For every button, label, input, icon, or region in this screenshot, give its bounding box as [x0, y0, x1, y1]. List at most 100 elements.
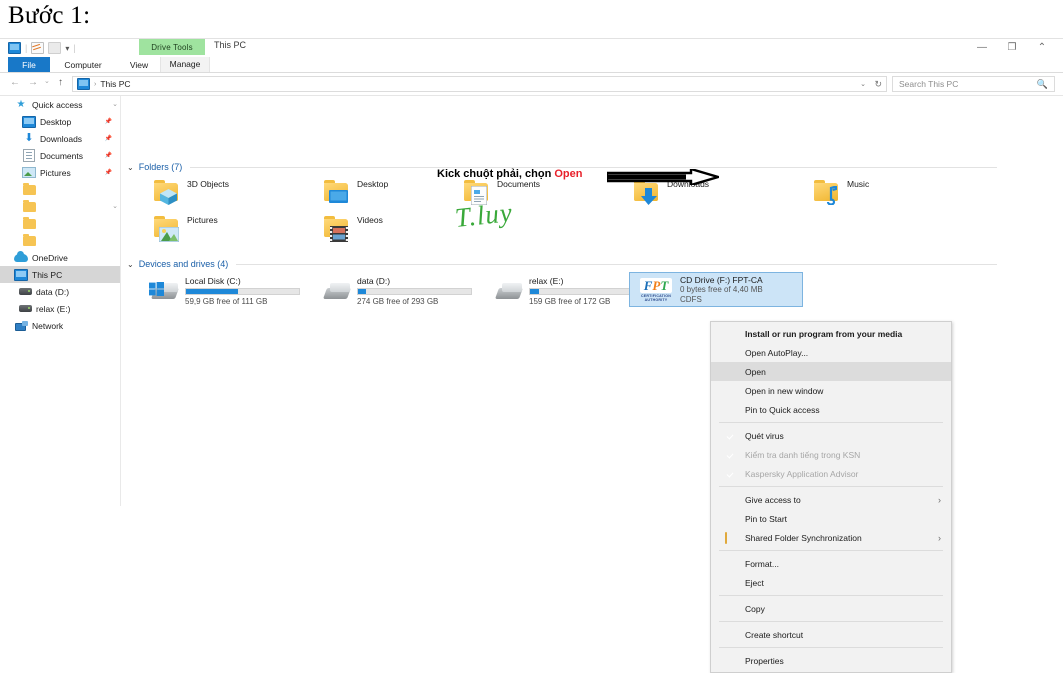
sidebar-item-folder-7[interactable]	[0, 215, 120, 232]
pin-icon[interactable]: 📌	[105, 135, 112, 142]
maximize-button[interactable]: ❐	[997, 39, 1027, 56]
up-button[interactable]: ↑	[58, 77, 63, 88]
chevron-down-icon[interactable]: ⌄	[127, 260, 134, 269]
close-button[interactable]: ⌃	[1027, 39, 1057, 56]
pc-icon[interactable]	[8, 42, 21, 54]
menu-item-open-autoplay[interactable]: Open AutoPlay...	[711, 343, 951, 362]
drive-tile-cd-drive-f[interactable]: FPT CERTIFICATION AUTHORITY CD Drive (F:…	[629, 272, 803, 307]
menu-item-give-access-to[interactable]: Give access to ›	[711, 490, 951, 509]
menu-item-label: Shared Folder Synchronization	[745, 532, 862, 543]
drive-tile-data-d[interactable]: data (D:) 274 GB free of 293 GB	[321, 276, 481, 310]
sidebar-item-network[interactable]: Network	[0, 317, 120, 334]
sidebar-item-this-pc[interactable]: This PC	[0, 266, 120, 283]
tab-view[interactable]: View	[120, 57, 158, 72]
search-placeholder: Search This PC	[899, 79, 959, 89]
sidebar-item-downloads[interactable]: ⬇ Downloads 📌	[0, 130, 120, 147]
folder-pictures-icon	[151, 214, 181, 242]
tab-computer[interactable]: Computer	[54, 57, 112, 72]
folder-name: 3D Objects	[187, 179, 230, 189]
forward-button[interactable]: →	[28, 77, 38, 88]
menu-item-label: Kiểm tra danh tiếng trong KSN	[745, 449, 861, 460]
menu-item-qu-t-virus[interactable]: Quét virus	[711, 426, 951, 445]
menu-item-create-shortcut[interactable]: Create shortcut	[711, 625, 951, 644]
contextual-tab-drive-tools[interactable]: Drive Tools	[139, 39, 205, 55]
chevron-down-icon[interactable]: ⌄	[860, 80, 866, 88]
sidebar-item-folder-6[interactable]: ⌄	[0, 198, 120, 215]
context-menu[interactable]: Install or run program from your media Op…	[710, 321, 952, 673]
fpt-logo-subtext: CERTIFICATION AUTHORITY	[640, 294, 672, 303]
menu-item-open-in-new-window[interactable]: Open in new window	[711, 381, 951, 400]
refresh-icon[interactable]: ↻	[874, 79, 882, 90]
search-input[interactable]: Search This PC 🔍	[892, 76, 1055, 92]
folder-tile-3d-objects[interactable]: 3D Objects	[151, 178, 229, 206]
chevron-down-icon[interactable]: ⌄	[112, 100, 118, 108]
divider	[190, 166, 997, 168]
sidebar-item-data-d[interactable]: data (D:)	[0, 283, 120, 300]
sidebar-item-relax-e[interactable]: relax (E:)	[0, 300, 120, 317]
pin-icon[interactable]: 📌	[105, 118, 112, 125]
chevron-down-icon[interactable]: ⌄	[127, 163, 134, 172]
menu-item-format[interactable]: Format...	[711, 554, 951, 573]
drive-icon	[321, 282, 352, 302]
sidebar-item-folder-5[interactable]	[0, 181, 120, 198]
minimize-button[interactable]: —	[967, 39, 997, 56]
folder-tile-pictures[interactable]: Pictures	[151, 214, 218, 242]
folder-icon	[22, 199, 36, 212]
breadcrumb-item-this-pc[interactable]: This PC	[100, 79, 130, 89]
menu-separator	[719, 486, 943, 487]
capacity-bar	[529, 288, 644, 295]
back-button[interactable]: ←	[10, 77, 20, 88]
drive-free-space: 59,9 GB free of 111 GB	[185, 297, 268, 306]
search-icon[interactable]: 🔍	[1037, 79, 1048, 90]
chevron-right-icon: ›	[938, 494, 941, 505]
folder-desktop-icon	[321, 178, 351, 206]
pc-icon	[14, 268, 28, 281]
menu-item-pin-to-quick-access[interactable]: Pin to Quick access	[711, 400, 951, 419]
menu-separator	[719, 550, 943, 551]
sidebar-item-folder-8[interactable]	[0, 232, 120, 249]
sidebar-item-quick-access[interactable]: ★ Quick access ⌄	[0, 96, 120, 113]
disk-icon	[18, 305, 32, 312]
chart-icon[interactable]	[31, 42, 45, 54]
folder-tile-music[interactable]: Music	[811, 178, 869, 206]
annotation-prefix: Kick chuột phải, chọn	[437, 168, 555, 180]
folder-tile-videos[interactable]: Videos	[321, 214, 383, 242]
sidebar-item-desktop[interactable]: Desktop 📌	[0, 113, 120, 130]
sidebar-item-pictures[interactable]: Pictures 📌	[0, 164, 120, 181]
recent-locations-icon[interactable]: ⌄	[44, 77, 50, 85]
menu-item-open[interactable]: Open	[711, 362, 951, 381]
menu-item-install-or-run-program-from-your-media[interactable]: Install or run program from your media	[711, 324, 951, 343]
window-controls: — ❐ ⌃	[967, 39, 1057, 56]
menu-item-properties[interactable]: Properties	[711, 651, 951, 670]
folder-name: Videos	[357, 215, 383, 225]
folder-icon[interactable]	[48, 42, 62, 54]
menu-item-copy[interactable]: Copy	[711, 599, 951, 618]
capacity-bar	[357, 288, 472, 295]
group-header-devices-and-drives[interactable]: ⌄ Devices and drives (4)	[127, 259, 1007, 269]
folder-tile-desktop[interactable]: Desktop	[321, 178, 388, 206]
sidebar-item-onedrive[interactable]: OneDrive	[0, 249, 120, 266]
menu-item-eject[interactable]: Eject	[711, 573, 951, 592]
download-icon: ⬇	[24, 132, 34, 144]
drive-free-space: 274 GB free of 293 GB	[357, 297, 439, 306]
folder-icon	[22, 216, 36, 229]
menu-item-shared-folder-synchronization[interactable]: Shared Folder Synchronization ›	[711, 528, 951, 547]
pin-icon[interactable]: 📌	[105, 152, 112, 159]
menu-item-pin-to-start[interactable]: Pin to Start	[711, 509, 951, 528]
pin-icon[interactable]: 📌	[105, 169, 112, 176]
sidebar-item-label: Documents	[40, 150, 83, 161]
title-bar: | ▾ | Drive Tools This PC — ❐ ⌃ ⌄	[0, 39, 1063, 67]
tab-manage[interactable]: Manage	[160, 57, 210, 72]
chevron-down-icon[interactable]: ▾	[65, 44, 69, 53]
quick-access-toolbar[interactable]: | ▾ |	[8, 42, 76, 54]
menu-item-label: Quét virus	[745, 430, 784, 441]
chevron-down-icon[interactable]: ⌄	[112, 202, 118, 210]
drive-tile-local-disk-c[interactable]: Local Disk (C:) 59,9 GB free of 111 GB	[149, 276, 309, 310]
sidebar-item-documents[interactable]: Documents 📌	[0, 147, 120, 164]
menu-item-label: Create shortcut	[745, 629, 804, 640]
breadcrumb[interactable]: › This PC ⌄ ↻	[72, 76, 887, 92]
sidebar-item-label: data (D:)	[36, 286, 70, 297]
tab-file[interactable]: File	[8, 57, 50, 72]
picture-icon	[22, 167, 36, 178]
folder-3d-objects-icon	[151, 178, 181, 206]
